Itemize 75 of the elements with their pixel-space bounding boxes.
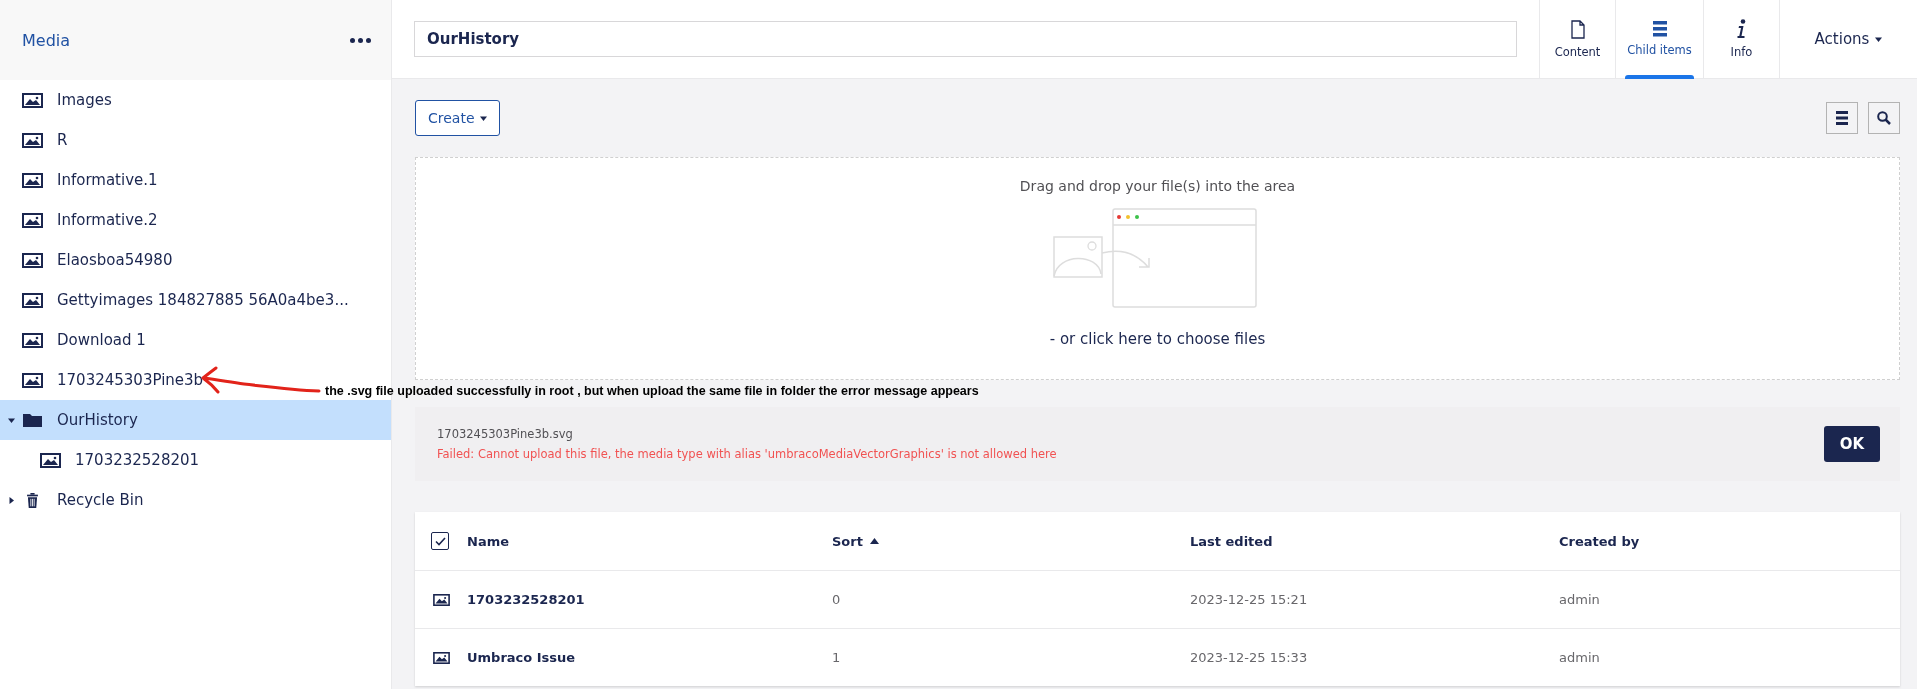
sort-up-icon [869, 538, 879, 544]
tree-item[interactable]: R [0, 120, 78, 160]
caret-icon[interactable] [7, 496, 15, 504]
info-icon [1737, 19, 1746, 39]
tab[interactable]: Child items [1615, 0, 1703, 79]
folder-icon [22, 412, 43, 428]
tree-label: Images [57, 91, 112, 109]
tree-label: Download 1 [57, 331, 146, 349]
search-button[interactable] [1868, 102, 1900, 134]
image-icon [22, 132, 43, 148]
annotation-text: the .svg file uploaded successfully in root , but when upload the same file in folder the error message appears [325, 383, 979, 400]
sidebar-title: Media [22, 30, 71, 50]
name-field[interactable]: OurHistory [414, 21, 1517, 57]
error-message: Failed: Cannot upload this file, the media type with alias 'umbracoMediaVectorGraphics' is not allowed here [437, 447, 1057, 461]
create-button[interactable]: Create [415, 100, 500, 136]
caret-icon [479, 114, 487, 122]
name-link[interactable]: Umbraco Issue [467, 650, 832, 665]
tree-item[interactable]: Informative.2 [0, 200, 168, 240]
tab[interactable]: Info [1703, 0, 1779, 79]
image-icon [22, 372, 43, 388]
list-icon [1652, 21, 1667, 37]
tree-label: OurHistory [57, 411, 138, 429]
tree-label: 1703232528201 [75, 451, 200, 469]
select-all-checkbox[interactable] [431, 532, 449, 550]
table-cell-text: admin [1559, 592, 1601, 607]
tree-item[interactable]: OurHistory [0, 400, 391, 440]
tree-item[interactable]: Recycle Bin [0, 480, 154, 520]
tree-item[interactable]: 1703245303Pine3b [0, 360, 214, 400]
image-icon [22, 172, 43, 188]
name-link[interactable]: 1703232528201 [467, 592, 832, 607]
tree-label: Informative.1 [57, 171, 158, 189]
tree-label: R [57, 131, 68, 149]
actions-button[interactable]: Actions [1779, 0, 1917, 79]
list-icon [1836, 111, 1848, 125]
caret-icon[interactable] [7, 416, 15, 424]
tree-label: Gettyimages 184827885 56A0a4be3... [57, 291, 349, 309]
image-icon [433, 651, 450, 664]
drop-zone[interactable]: Drag and drop your file(s) into the area - or click here to choose files [415, 157, 1900, 380]
tab[interactable]: Content [1539, 0, 1615, 79]
tree-label: Elaosboa54980 [57, 251, 173, 269]
caret-icon[interactable] [1875, 35, 1883, 43]
image-icon [22, 92, 43, 108]
tree-item[interactable]: Download 1 [0, 320, 156, 360]
document-icon [1570, 19, 1585, 39]
image-icon [22, 212, 43, 228]
column-header[interactable]: Created by [1559, 533, 1900, 549]
tree-item[interactable]: 1703232528201 [0, 440, 210, 480]
image-icon [22, 332, 43, 348]
image-icon [22, 292, 43, 308]
ok-button[interactable]: OK [1824, 426, 1880, 462]
choose-files-link[interactable]: - or click here to choose files [1049, 330, 1266, 348]
tree-item[interactable]: Gettyimages 184827885 56A0a4be3... [0, 280, 359, 320]
image-icon [22, 252, 43, 268]
tree-label: Informative.2 [57, 211, 158, 229]
column-header[interactable]: Last edited [1190, 533, 1559, 549]
tree-label: 1703245303Pine3b [57, 371, 204, 389]
table-cell-text: admin [1559, 650, 1601, 665]
table-cell-text: 2023-12-25 15:21 [1190, 592, 1309, 607]
table-cell-text: 1 [832, 650, 842, 665]
search-icon [1877, 111, 1891, 125]
tree-label: Recycle Bin [57, 491, 144, 509]
check-icon [434, 536, 446, 546]
tree-item[interactable]: Images [0, 80, 122, 120]
drop-zone-title: Drag and drop your file(s) into the area [1019, 178, 1296, 194]
column-header[interactable]: Name [467, 533, 832, 549]
tree-item[interactable]: Elaosboa54980 [0, 240, 183, 280]
image-icon [40, 452, 61, 468]
column-header[interactable]: Sort [832, 533, 1190, 549]
file-name: 1703245303Pine3b.svg [437, 427, 574, 441]
tree-item[interactable]: Informative.1 [0, 160, 168, 200]
more-icon[interactable] [350, 37, 371, 43]
table-cell-text: 0 [832, 592, 842, 607]
list-view-button[interactable] [1826, 102, 1858, 134]
table-cell-text: 2023-12-25 15:33 [1190, 650, 1309, 665]
image-icon [433, 593, 450, 606]
